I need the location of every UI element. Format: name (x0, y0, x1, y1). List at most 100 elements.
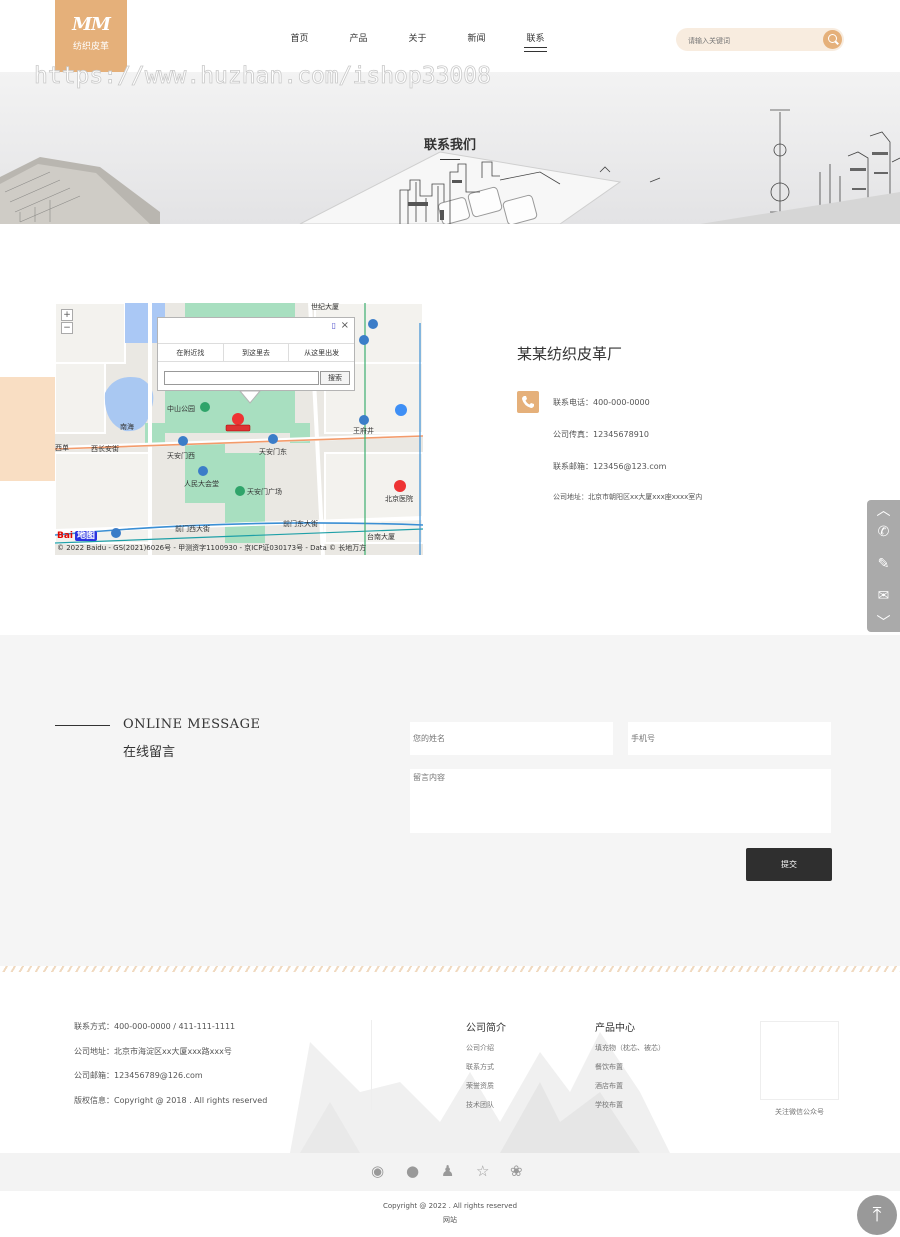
search-input[interactable] (676, 29, 816, 53)
mail-icon[interactable]: ✉ (867, 588, 900, 604)
map-search-input[interactable] (164, 371, 319, 385)
footer-link-filling[interactable]: 填充物（枕芯、被芯） (595, 1043, 665, 1053)
contact-phone: 联系电话：400-000-0000 (553, 397, 650, 408)
social-icon-bar: ◉ ● ♟ ☆ ❀ (0, 1153, 900, 1191)
footer-link-school[interactable]: 学校布置 (595, 1100, 623, 1110)
footer-link-catering[interactable]: 餐饮布置 (595, 1062, 623, 1072)
section-title-line (55, 725, 110, 726)
search-icon[interactable] (823, 30, 842, 49)
footer-col-products-title: 产品中心 (595, 1023, 635, 1034)
map-label-world-building: 世纪大厦 (311, 303, 339, 311)
map-label-nanhai: 南海 (120, 422, 134, 431)
contact-fax-value: 12345678910 (593, 430, 649, 439)
map-label-beijing-hospital: 北京医院 (385, 494, 413, 503)
contact-address-label: 公司地址： (553, 493, 588, 501)
wechat-qr-code (760, 1021, 839, 1100)
map-label-xidan: 西单 (55, 443, 69, 452)
tab-from-here[interactable]: 从这里出发 (289, 344, 354, 361)
chevron-down-icon[interactable]: ﹀ (867, 612, 900, 632)
qr-caption: 关注微信公众号 (775, 1108, 824, 1116)
map-label-west-changan: 西长安街 (91, 444, 119, 453)
map-label-tiananmen-east: 天安门东 (259, 447, 287, 456)
footer-col-about-title: 公司简介 (466, 1023, 506, 1034)
baidu-logo-text: Bai (57, 531, 74, 541)
company-info: 某某纺织皮革厂 (517, 343, 622, 364)
tab-nearby[interactable]: 在附近找 (158, 344, 224, 361)
contact-address: 公司地址：北京市朝阳区xx大厦xxx座xxxx室内 (553, 492, 702, 502)
footer-link-honors[interactable]: 荣誉资质 (466, 1081, 494, 1091)
zoom-in-button[interactable]: + (61, 309, 73, 321)
map-label-qianmen-east: 前门东大街 (283, 519, 318, 528)
logo[interactable]: MM 纺织皮革 (55, 0, 127, 72)
map-search-button[interactable]: 搜索 (320, 371, 350, 385)
paw-icon[interactable]: ❀ (510, 1162, 523, 1180)
contact-fax: 公司传真：12345678910 (553, 429, 649, 440)
main-nav: 首页 产品 关于 新闻 联系 (270, 0, 565, 72)
submit-button[interactable]: 提交 (746, 848, 832, 881)
footer-address: 公司地址：北京市海淀区xx大厦xxx路xxx号 (74, 1047, 232, 1056)
phone-icon[interactable]: ✆ (867, 524, 900, 540)
message-textarea[interactable] (410, 769, 831, 833)
map-label-peoples-hall: 人民大会堂 (184, 479, 219, 488)
company-name: 某某纺织皮革厂 (517, 345, 623, 363)
logo-text: 纺织皮革 (72, 42, 109, 52)
map-label-tiananmen-square: 天安门广场 (247, 487, 282, 496)
qq-icon[interactable]: ♟ (441, 1162, 454, 1180)
footer-email: 公司邮箱：123456789@126.com (74, 1071, 203, 1080)
phone-field[interactable] (628, 722, 831, 755)
phone-handset-icon (522, 396, 534, 408)
nav-news[interactable]: 新闻 (447, 0, 506, 72)
zoom-out-button[interactable]: − (61, 322, 73, 334)
floating-toolbar: ︿ ✆ ✎ ✉ ﹀ (867, 500, 900, 632)
contact-phone-label: 联系电话： (553, 398, 593, 407)
close-icon[interactable]: × (341, 320, 349, 331)
phone-icon[interactable]: ▯ (332, 321, 336, 330)
footer-copyright: 版权信息：Copyright @ 2018 . All rights reser… (74, 1096, 268, 1105)
contact-fax-label: 公司传真： (553, 430, 593, 439)
map-zoom-controls: + − (61, 309, 73, 335)
map-copyright: © 2022 Baidu - GS(2021)6026号 - 甲测资字11009… (57, 544, 367, 552)
bottom-copyright: Copyright @ 2022 . All rights reserved (382, 1202, 518, 1210)
map-label-zhongshan-park: 中山公园 (167, 404, 195, 413)
name-field[interactable] (410, 722, 613, 755)
title-underline (440, 159, 460, 160)
site-header: MM 纺织皮革 首页 产品 关于 新闻 联系 (0, 0, 900, 72)
section-title-en: ONLINE MESSAGE (123, 717, 261, 732)
phone-icon-box (517, 391, 539, 413)
search-box (676, 28, 844, 53)
map-label-tiananmen-west: 天安门西 (167, 451, 195, 460)
footer-divider (371, 1020, 372, 1110)
baidu-logo-map: 地图 (75, 531, 98, 541)
side-accent-block (0, 377, 55, 481)
tab-go-here[interactable]: 到这里去 (224, 344, 290, 361)
contact-email-value: 123456@123.com (593, 462, 667, 471)
nav-products[interactable]: 产品 (329, 0, 388, 72)
online-message-section: ONLINE MESSAGE 在线留言 提交 (0, 635, 900, 968)
nav-home[interactable]: 首页 (270, 0, 329, 72)
star-icon[interactable]: ☆ (476, 1162, 489, 1180)
watermark-text: https://www.huzhan.com/ishop33008 (34, 63, 492, 90)
page-title: 联系我们 (423, 138, 476, 153)
footer-link-hotel[interactable]: 酒店布置 (595, 1081, 623, 1091)
contact-phone-value: 400-000-0000 (593, 398, 650, 407)
nav-about[interactable]: 关于 (388, 0, 447, 72)
contact-email-label: 联系邮箱： (553, 462, 593, 471)
wechat-icon[interactable]: ● (406, 1162, 419, 1180)
back-to-top-icon[interactable]: ⤒ (857, 1195, 897, 1235)
contact-address-value: 北京市朝阳区xx大厦xxx座xxxx室内 (588, 493, 703, 501)
footer-link-intro[interactable]: 公司介绍 (466, 1043, 494, 1053)
contact-email: 联系邮箱：123456@123.com (553, 461, 666, 472)
map-label-wangfujing: 王府井 (353, 426, 374, 435)
weibo-icon[interactable]: ◉ (371, 1162, 384, 1180)
bottom-site-link[interactable]: 网站 (0, 1215, 900, 1225)
footer-link-contact[interactable]: 联系方式 (466, 1062, 494, 1072)
footer-contact-phone: 联系方式：400-000-0000 / 411-111-1111 (74, 1022, 236, 1031)
footer-link-team[interactable]: 技术团队 (466, 1100, 494, 1110)
chevron-up-icon[interactable]: ︿ (867, 500, 900, 520)
baidu-map[interactable]: 世纪大厦 中山公园 西长安街 天安门西 天安门东 人民大会堂 天安门广场 王府井… (55, 303, 423, 555)
section-title-cn: 在线留言 (123, 745, 176, 760)
edit-icon[interactable]: ✎ (867, 556, 900, 572)
map-label-taiping: 台南大厦 (367, 532, 395, 541)
nav-contact[interactable]: 联系 (506, 0, 565, 72)
page-banner: 联系我们 (0, 72, 900, 224)
